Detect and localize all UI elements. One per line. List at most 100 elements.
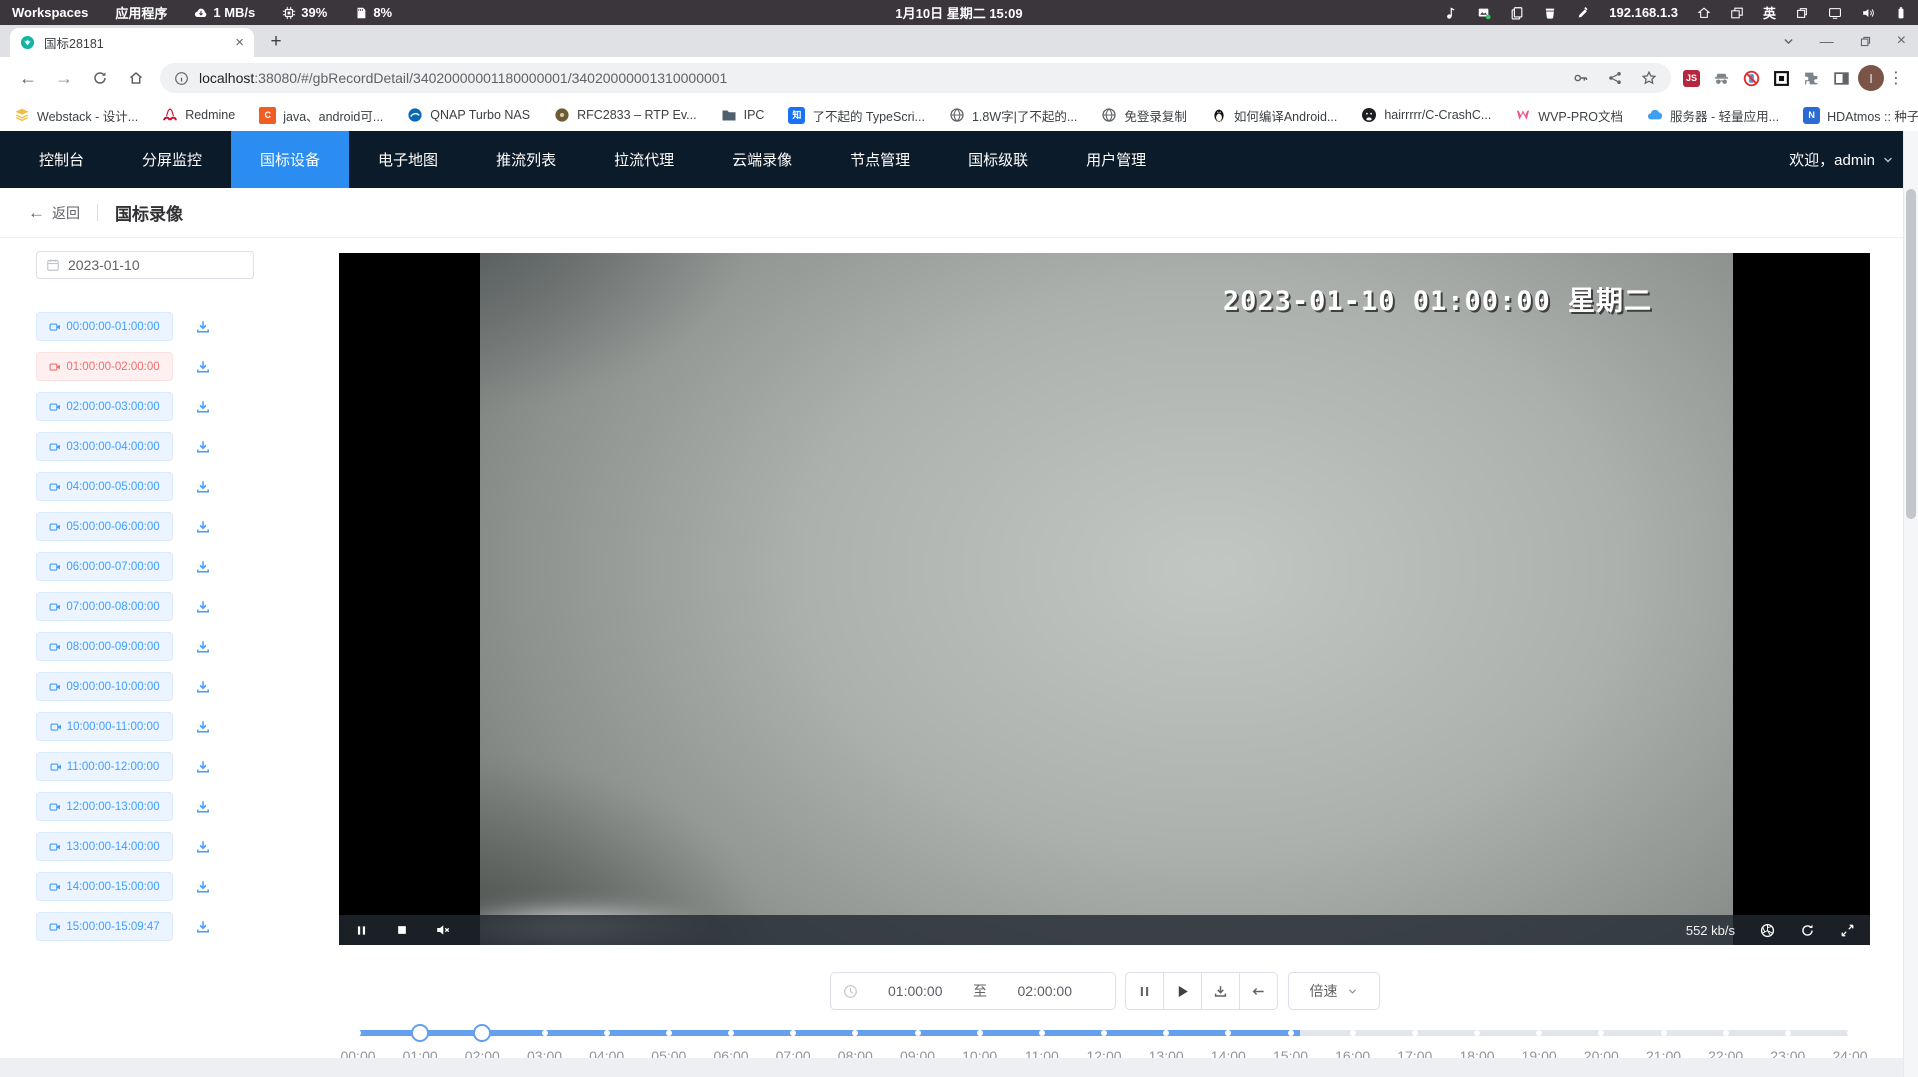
share-icon[interactable] — [1607, 70, 1623, 86]
bookmark-item[interactable]: RFC2833 – RTP Ev... — [554, 107, 697, 123]
play-button[interactable] — [1163, 972, 1202, 1010]
color-picker-icon[interactable] — [1576, 6, 1590, 20]
user-menu[interactable]: 欢迎，admin — [1789, 149, 1894, 170]
browser-menu-icon[interactable]: ⋮ — [1884, 68, 1908, 88]
record-segment-button[interactable]: 01:00:00-02:00:00 — [36, 352, 173, 381]
address-bar[interactable]: localhost:38080/#/gbRecordDetail/3402000… — [160, 63, 1671, 93]
timeline-handle[interactable] — [411, 1024, 429, 1042]
nav-item-8[interactable]: 国标级联 — [939, 131, 1057, 188]
bookmark-item[interactable]: 免登录复制 — [1101, 106, 1187, 125]
record-segment-button[interactable]: 08:00:00-09:00:00 — [36, 632, 173, 661]
music-note-icon[interactable] — [1444, 6, 1458, 20]
nav-item-1[interactable]: 分屏监控 — [113, 131, 231, 188]
time-range-input[interactable]: 01:00:00 至 02:00:00 — [830, 972, 1116, 1010]
download-icon[interactable] — [195, 679, 211, 695]
pause-button[interactable] — [1125, 972, 1164, 1010]
record-segment-button[interactable]: 05:00:00-06:00:00 — [36, 512, 173, 541]
windows-stack-icon[interactable] — [1730, 6, 1744, 20]
scrollbar-thumb[interactable] — [1906, 189, 1916, 519]
date-picker-input[interactable]: 2023-01-10 — [36, 251, 254, 279]
record-segment-button[interactable]: 13:00:00-14:00:00 — [36, 832, 173, 861]
bookmark-item[interactable]: Redmine — [162, 107, 235, 123]
battery-icon[interactable] — [1894, 6, 1908, 20]
download-icon[interactable] — [195, 759, 211, 775]
record-segment-button[interactable]: 10:00:00-11:00:00 — [36, 712, 173, 741]
download-icon[interactable] — [195, 599, 211, 615]
record-segment-button[interactable]: 06:00:00-07:00:00 — [36, 552, 173, 581]
incognito-extension-icon[interactable] — [1713, 70, 1730, 87]
tab-search-chevron-icon[interactable] — [1782, 35, 1795, 48]
back-icon[interactable]: ← — [14, 64, 42, 92]
bookmark-item[interactable]: QNAP Turbo NAS — [407, 107, 530, 123]
speed-dropdown[interactable]: 倍速 — [1288, 972, 1380, 1010]
bookmark-item[interactable]: hairrrrr/C-CrashC... — [1361, 107, 1491, 123]
download-icon[interactable] — [195, 439, 211, 455]
mute-icon[interactable] — [435, 922, 451, 938]
seek-back-button[interactable] — [1239, 972, 1278, 1010]
site-info-icon[interactable] — [174, 71, 189, 86]
side-panel-icon[interactable] — [1833, 70, 1850, 87]
download-icon[interactable] — [195, 559, 211, 575]
player-pause-icon[interactable] — [354, 923, 369, 938]
browser-tab[interactable]: 国标28181 × — [10, 28, 254, 57]
home-icon[interactable] — [122, 64, 150, 92]
download-icon[interactable] — [195, 639, 211, 655]
nav-item-2[interactable]: 国标设备 — [231, 131, 349, 188]
bookmark-item[interactable]: 服务器 - 轻量应用... — [1647, 106, 1779, 125]
nav-item-3[interactable]: 电子地图 — [349, 131, 467, 188]
video-player[interactable]: 2023-01-10 01:00:00 星期二 552 kb/s — [339, 253, 1870, 945]
end-time-value[interactable]: 02:00:00 — [987, 983, 1103, 999]
record-segment-button[interactable]: 03:00:00-04:00:00 — [36, 432, 173, 461]
reload-icon[interactable] — [86, 64, 114, 92]
record-segment-button[interactable]: 14:00:00-15:00:00 — [36, 872, 173, 901]
extensions-puzzle-icon[interactable] — [1803, 70, 1820, 87]
window-restore-icon[interactable] — [1859, 35, 1872, 48]
download-icon[interactable] — [195, 319, 211, 335]
download-icon[interactable] — [195, 719, 211, 735]
volume-icon[interactable] — [1861, 6, 1875, 20]
bookmark-item[interactable]: Webstack - 设计... — [14, 106, 138, 125]
bookmark-item[interactable]: 知了不起的 TypeScri... — [788, 106, 925, 125]
bookmark-item[interactable]: NHDAtmos :: 种子 *... — [1803, 106, 1918, 125]
record-segment-button[interactable]: 09:00:00-10:00:00 — [36, 672, 173, 701]
download-icon[interactable] — [195, 799, 211, 815]
system-clock[interactable]: 1月10日 星期二 15:09 — [895, 3, 1022, 22]
record-segment-button[interactable]: 04:00:00-05:00:00 — [36, 472, 173, 501]
bookmark-item[interactable]: Cjava、android可... — [259, 106, 383, 125]
display-icon[interactable] — [1828, 6, 1842, 20]
js-extension-icon[interactable]: JS — [1683, 70, 1700, 87]
blocker-extension-icon[interactable] — [1743, 70, 1760, 87]
record-segment-button[interactable]: 02:00:00-03:00:00 — [36, 392, 173, 421]
frame-extension-icon[interactable] — [1773, 70, 1790, 87]
browser-scrollbar[interactable] — [1903, 131, 1918, 1077]
window-close-icon[interactable]: × — [1897, 32, 1906, 50]
nav-item-5[interactable]: 拉流代理 — [585, 131, 703, 188]
nav-item-0[interactable]: 控制台 — [10, 131, 113, 188]
timeline-handle[interactable] — [473, 1024, 491, 1042]
profile-avatar[interactable]: I — [1858, 65, 1884, 91]
download-icon[interactable] — [195, 919, 211, 935]
download-icon[interactable] — [195, 839, 211, 855]
nav-item-6[interactable]: 云端录像 — [703, 131, 821, 188]
forward-icon[interactable]: → — [50, 64, 78, 92]
download-button[interactable] — [1201, 972, 1240, 1010]
bookmark-item[interactable]: 1.8W字|了不起的... — [949, 106, 1077, 125]
record-segment-button[interactable]: 15:00:00-15:09:47 — [36, 912, 173, 941]
bookmark-item[interactable]: WVP-PRO文档 — [1515, 106, 1623, 125]
download-icon[interactable] — [195, 399, 211, 415]
bookmark-item[interactable]: 如何编译Android... — [1211, 106, 1338, 125]
record-segment-button[interactable]: 00:00:00-01:00:00 — [36, 312, 173, 341]
password-key-icon[interactable] — [1573, 70, 1589, 86]
record-segment-button[interactable]: 07:00:00-08:00:00 — [36, 592, 173, 621]
fullscreen-icon[interactable] — [1840, 923, 1855, 938]
back-button[interactable]: ← 返回 — [28, 203, 80, 223]
download-icon[interactable] — [195, 879, 211, 895]
screenshot-icon[interactable] — [1477, 6, 1491, 20]
ip-address-indicator[interactable]: 192.168.1.3 — [1609, 5, 1678, 20]
player-stop-icon[interactable] — [395, 923, 409, 937]
input-method-indicator[interactable]: 英 — [1763, 3, 1776, 22]
start-time-value[interactable]: 01:00:00 — [858, 983, 974, 999]
nav-item-4[interactable]: 推流列表 — [467, 131, 585, 188]
tab-close-icon[interactable]: × — [235, 34, 244, 51]
workspaces-button[interactable]: Workspaces — [12, 5, 88, 20]
